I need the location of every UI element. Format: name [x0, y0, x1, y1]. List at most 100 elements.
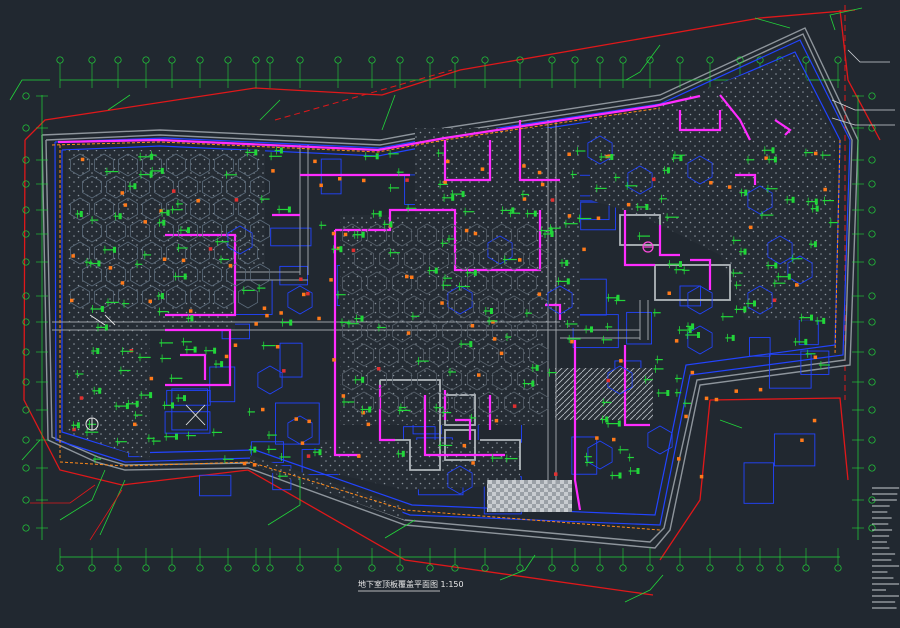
tag-block: [533, 210, 537, 217]
column-marker: [80, 157, 85, 162]
tag-block: [813, 241, 817, 248]
tag-block: [815, 205, 819, 212]
tag-block: [100, 306, 104, 312]
column-marker: [704, 396, 709, 401]
column-marker: [612, 437, 616, 442]
column-marker: [596, 216, 601, 220]
drawing-title: 地下室顶板覆盖平面图 1:150: [358, 579, 464, 589]
tag-block: [666, 167, 670, 174]
tag-block: [636, 468, 640, 474]
column-marker: [537, 170, 542, 175]
tag-block: [162, 219, 166, 226]
column-marker: [282, 369, 286, 373]
column-marker: [120, 281, 125, 285]
column-marker: [550, 198, 555, 202]
tag-block: [791, 196, 795, 203]
column-marker: [512, 404, 517, 408]
tag-block: [79, 211, 83, 217]
column-marker: [595, 436, 599, 440]
column-marker: [366, 422, 371, 427]
tag-block: [434, 267, 438, 274]
column-marker: [331, 231, 336, 236]
tag-block: [679, 261, 682, 268]
column-marker: [406, 331, 411, 335]
column-marker: [262, 306, 267, 310]
column-marker: [208, 247, 213, 251]
tag-block: [125, 403, 129, 410]
tag-block: [289, 319, 293, 326]
column-marker: [652, 177, 656, 182]
tag-block: [679, 155, 683, 162]
column-marker: [357, 454, 361, 458]
column-marker: [619, 359, 623, 363]
column-marker: [307, 419, 311, 424]
tag-block: [149, 392, 153, 399]
column-marker: [224, 354, 229, 359]
column-marker: [518, 258, 522, 262]
column-marker: [440, 301, 444, 305]
tag-block: [814, 198, 818, 205]
tag-block: [149, 171, 153, 178]
column-marker: [567, 152, 571, 156]
tag-block: [254, 149, 258, 156]
column-marker: [302, 292, 306, 297]
column-marker: [79, 396, 84, 400]
tag-block: [617, 420, 621, 427]
tag-block: [104, 324, 108, 331]
tag-block: [743, 306, 747, 313]
column-marker: [133, 422, 137, 427]
tag-block: [744, 189, 748, 196]
column-marker: [123, 203, 128, 207]
column-marker: [410, 275, 414, 279]
column-marker: [570, 339, 574, 344]
column-marker: [734, 389, 738, 393]
column-marker: [492, 337, 497, 341]
tag-block: [118, 213, 122, 220]
tag-block: [565, 259, 569, 266]
column-marker: [749, 225, 753, 230]
tag-block: [135, 400, 139, 407]
column-marker: [299, 277, 303, 281]
tag-block: [810, 314, 813, 321]
tag-block: [160, 167, 164, 174]
diagonal-hatch-block: [555, 368, 653, 420]
column-marker: [795, 283, 799, 287]
column-marker: [443, 180, 447, 185]
tag-block: [375, 153, 379, 160]
checker-entrance: [487, 480, 572, 512]
column-marker: [473, 231, 478, 236]
column-marker: [181, 258, 186, 263]
column-marker: [758, 387, 763, 392]
column-marker: [814, 151, 818, 156]
column-marker: [261, 407, 265, 412]
tag-block: [773, 156, 777, 163]
tag-block: [469, 341, 473, 348]
column-marker: [361, 411, 365, 415]
column-marker: [265, 313, 269, 318]
tag-block: [549, 227, 553, 234]
column-marker: [70, 298, 74, 303]
column-marker: [522, 164, 526, 168]
tag-block: [253, 446, 257, 453]
column-marker: [228, 263, 233, 268]
tag-block: [113, 246, 116, 253]
tag-block: [461, 191, 465, 198]
cad-drawing: 地下室顶板覆盖平面图 1:150: [0, 0, 900, 628]
column-marker: [332, 358, 336, 362]
column-marker: [252, 463, 257, 467]
tag-block: [401, 450, 405, 457]
column-marker: [606, 378, 610, 383]
tag-block: [490, 308, 493, 314]
column-marker: [317, 316, 321, 321]
column-marker: [71, 254, 75, 258]
tag-block: [183, 395, 186, 402]
tag-block: [787, 273, 791, 280]
column-marker: [148, 299, 152, 304]
column-marker: [294, 417, 298, 421]
column-marker: [341, 394, 346, 398]
tag-block: [590, 326, 593, 333]
column-marker: [162, 257, 167, 261]
column-marker: [149, 376, 154, 381]
tag-block: [220, 361, 224, 368]
tag-block: [287, 206, 291, 213]
